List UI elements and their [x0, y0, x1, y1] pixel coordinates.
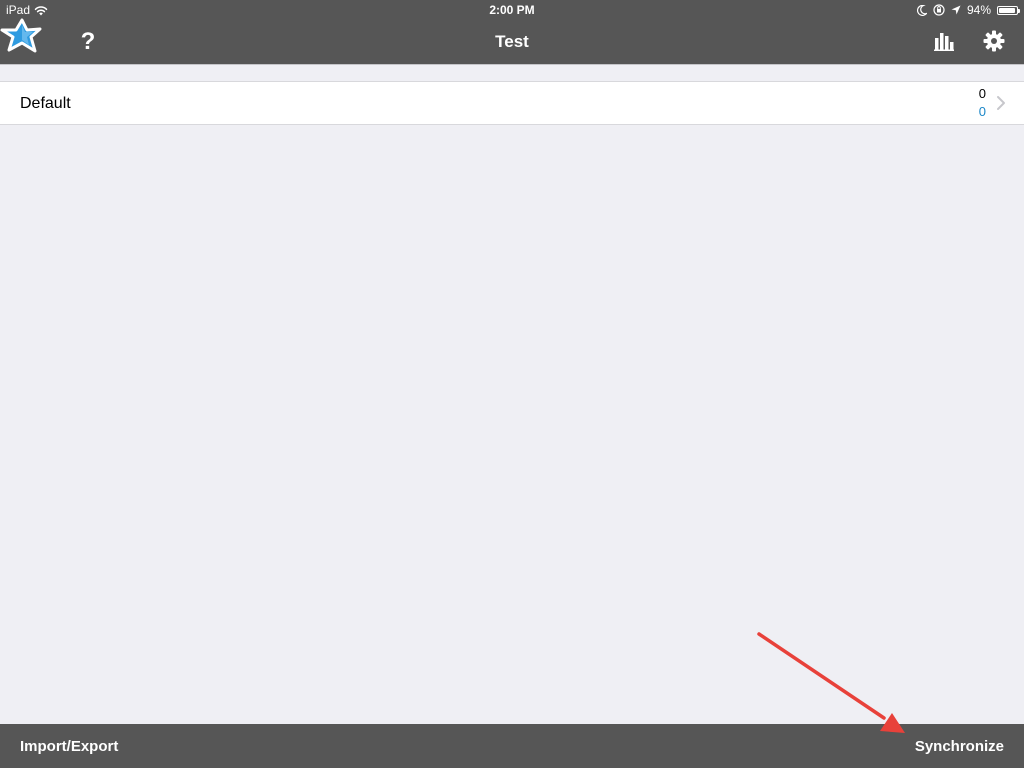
due-count: 0 [978, 104, 986, 119]
moon-icon [916, 4, 927, 16]
chevron-right-icon [997, 96, 1005, 110]
deck-name: Default [20, 95, 71, 112]
status-time: 2:00 PM [489, 3, 535, 17]
battery-fill [999, 7, 1015, 13]
deck-counts: 0 0 [979, 85, 986, 121]
new-count: 0 [978, 86, 986, 101]
synchronize-button[interactable]: Synchronize [915, 738, 1004, 756]
deck-list: Default 0 0 [0, 81, 1024, 125]
battery-percent: 94% [966, 3, 991, 17]
statistics-button[interactable] [931, 28, 957, 54]
screen: iPad 2:00 PM 94% ? Test Default 0 0 Impo… [0, 0, 1024, 768]
bar-chart-icon [934, 33, 954, 51]
rotation-lock-icon [933, 4, 945, 16]
settings-button[interactable] [981, 28, 1007, 54]
page-title: Test [495, 32, 529, 51]
status-bar: iPad 2:00 PM 94% [0, 0, 1024, 20]
top-bar: iPad 2:00 PM 94% ? Test [0, 0, 1024, 64]
gear-icon [983, 30, 1005, 52]
bottom-toolbar: Import/Export Synchronize [0, 724, 1024, 768]
location-arrow-icon [951, 5, 961, 15]
battery-icon [997, 5, 1020, 15]
import-export-button[interactable]: Import/Export [20, 738, 118, 756]
status-right: 94% [916, 0, 1020, 20]
deck-row-default[interactable]: Default 0 0 [0, 81, 1024, 125]
